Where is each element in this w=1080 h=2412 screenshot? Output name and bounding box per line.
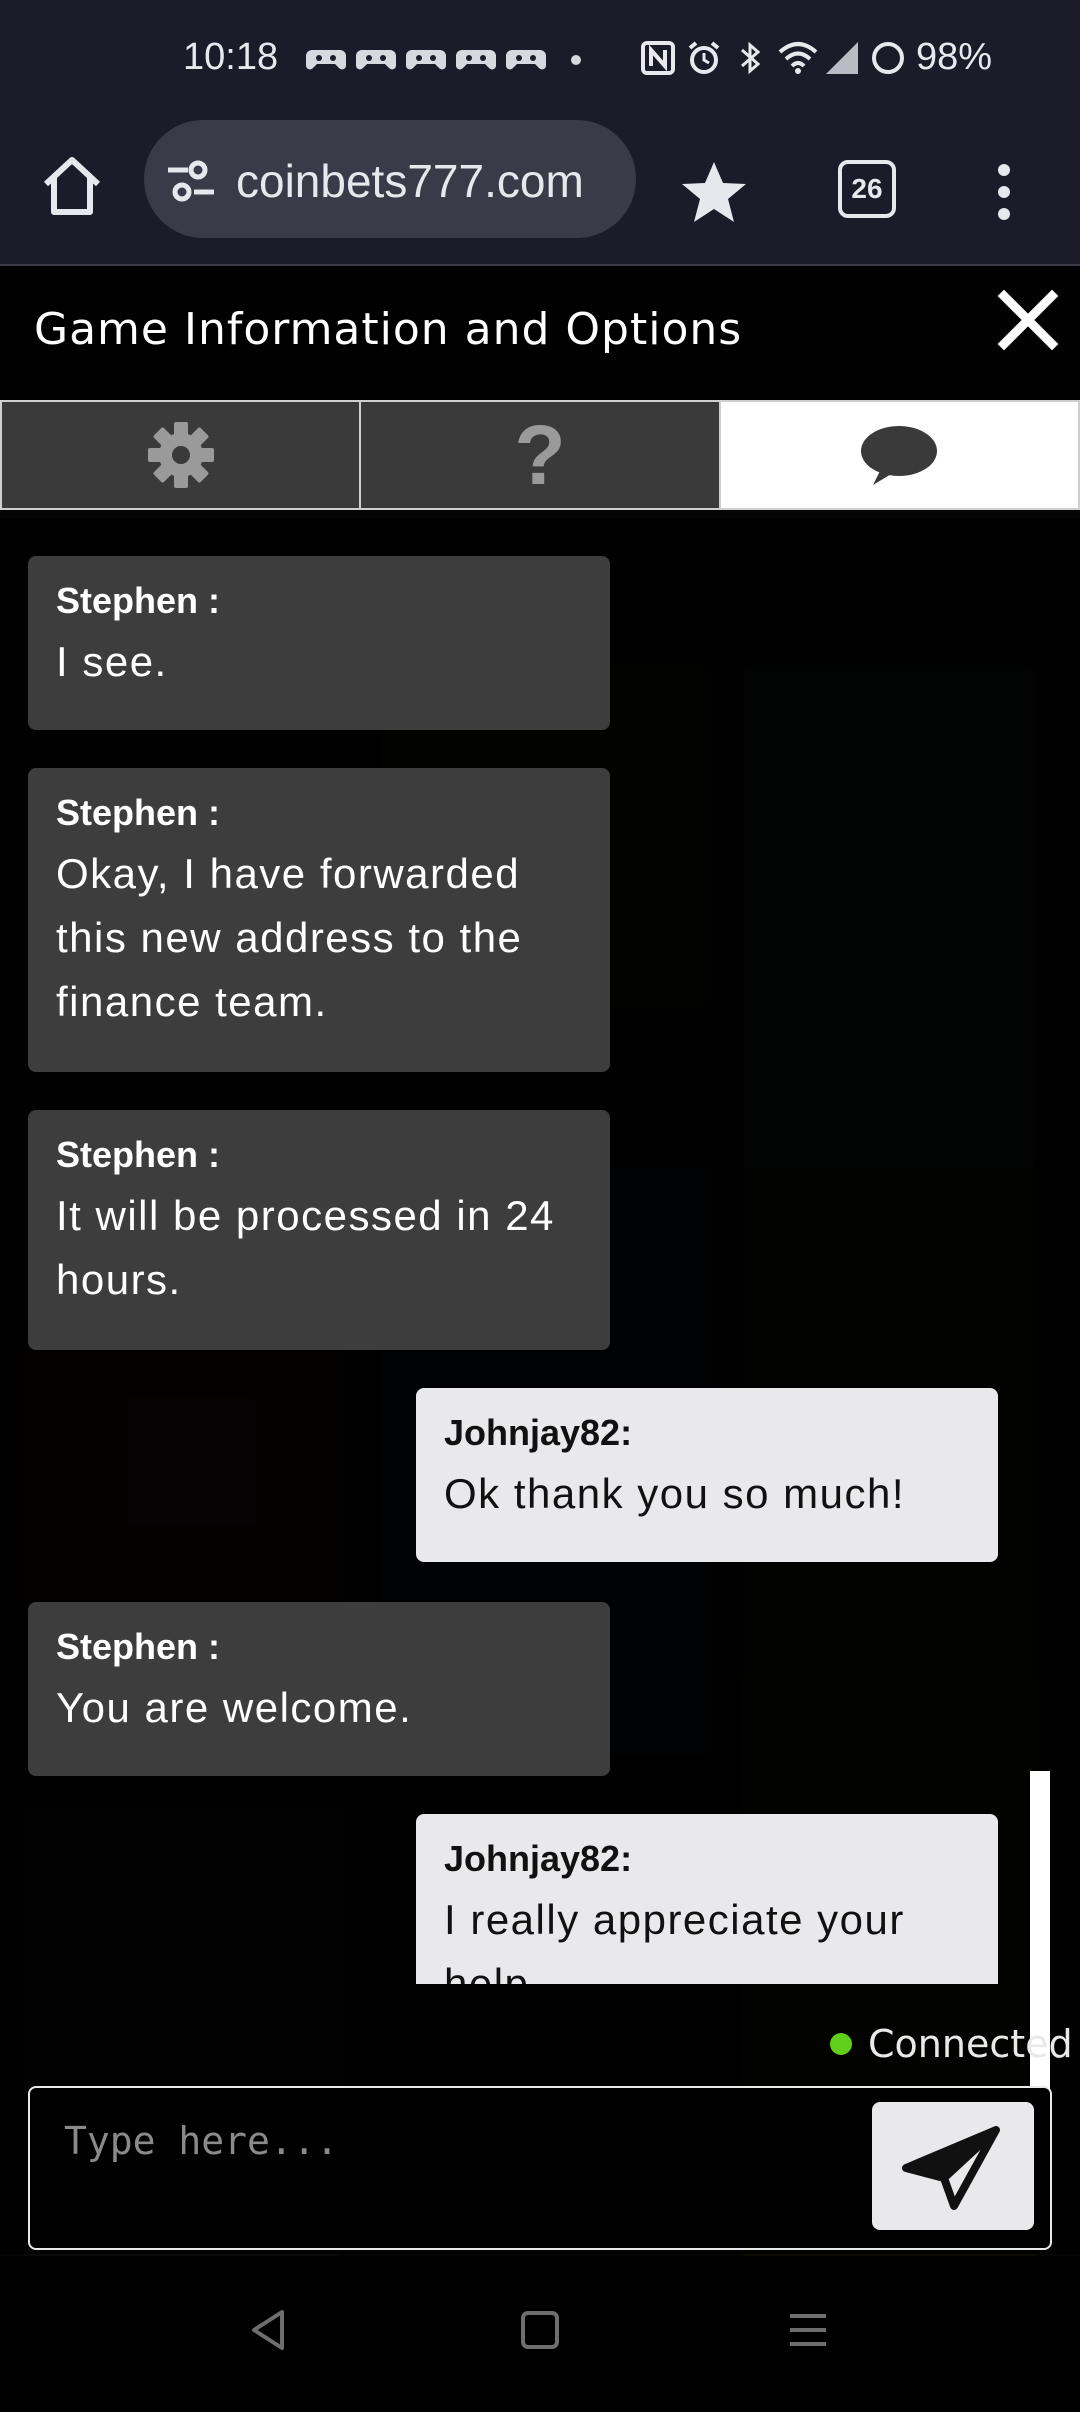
chat-message: Johnjay82: I really appreciate your help	[416, 1814, 998, 1984]
tab-switcher-button[interactable]: 26	[838, 160, 896, 218]
home-icon[interactable]	[36, 150, 108, 222]
alarm-icon	[686, 40, 722, 76]
gear-icon	[147, 422, 214, 488]
modal-title: Game Information and Options	[34, 304, 743, 355]
notification-icons	[306, 44, 596, 74]
system-navigation-bar	[0, 2256, 1080, 2412]
site-settings-icon[interactable]	[166, 158, 216, 204]
chat-message: Johnjay82: Ok thank you so much!	[416, 1388, 998, 1562]
nfc-icon	[640, 40, 676, 76]
tab-chat[interactable]	[720, 400, 1080, 510]
status-dot-icon	[830, 2033, 852, 2055]
tab-help[interactable]: ?	[361, 400, 721, 510]
tab-settings[interactable]	[0, 400, 362, 510]
close-icon[interactable]	[996, 288, 1060, 352]
message-input[interactable]	[62, 2110, 866, 2172]
message-text: I really appreciate your help	[444, 1896, 905, 1984]
send-button[interactable]	[872, 2102, 1034, 2230]
game-controller-icon	[306, 44, 346, 74]
recents-icon[interactable]	[778, 2300, 838, 2360]
message-text: I see.	[56, 638, 168, 685]
signal-icon	[824, 40, 860, 76]
connection-status: Connected	[830, 2022, 1073, 2066]
modal-header: Game Information and Options	[0, 266, 1080, 400]
message-composer	[28, 2086, 1052, 2250]
message-sender: Johnjay82:	[444, 1838, 633, 1879]
message-sender: Stephen :	[56, 580, 221, 621]
game-controller-icon	[506, 44, 546, 74]
bluetooth-icon	[732, 40, 768, 76]
message-text: It will be processed in 24 hours.	[56, 1192, 555, 1303]
chat-message: Stephen : You are welcome.	[28, 1602, 610, 1776]
message-list[interactable]: Stephen : I see. Stephen : Okay, I have …	[0, 518, 1080, 1984]
browser-toolbar: coinbets777.com 26	[0, 120, 1080, 266]
message-text: Ok thank you so much!	[444, 1470, 906, 1517]
clock: 10:18	[183, 36, 279, 78]
status-bar: 10:18 98%	[0, 0, 1080, 120]
chat-message: Stephen : It will be processed in 24 hou…	[28, 1110, 610, 1350]
game-controller-icon	[356, 44, 396, 74]
message-sender: Stephen :	[56, 792, 221, 833]
game-controller-icon	[406, 44, 446, 74]
chat-message: Stephen : Okay, I have forwarded this ne…	[28, 768, 610, 1072]
battery-icon	[870, 40, 906, 76]
address-bar[interactable]: coinbets777.com	[144, 120, 636, 238]
chat-bubble-icon	[861, 426, 938, 485]
modal-tabs: ?	[0, 400, 1080, 512]
question-icon: ?	[514, 407, 566, 502]
url-text: coinbets777.com	[236, 155, 584, 207]
message-text: Okay, I have forwarded this new address …	[56, 850, 523, 1025]
game-info-modal: Game Information and Options ? Stephen:…	[0, 266, 1080, 2256]
dot-icon	[556, 44, 596, 74]
message-sender: Stephen :	[56, 1134, 221, 1175]
chat-message: Stephen : I see.	[28, 556, 610, 730]
wifi-icon	[778, 40, 818, 76]
chat-panel: Stephen : I see. Stephen : Okay, I have …	[0, 518, 1080, 2254]
bookmark-star-icon[interactable]	[678, 156, 750, 228]
message-text: You are welcome.	[56, 1684, 413, 1731]
system-icons: 98%	[640, 36, 992, 79]
message-sender: Johnjay82:	[444, 1412, 633, 1453]
send-icon	[902, 2126, 1000, 2210]
battery-percent: 98%	[916, 36, 993, 78]
home-nav-icon[interactable]	[510, 2300, 570, 2360]
overflow-menu-icon[interactable]	[984, 156, 1024, 228]
message-sender: Stephen :	[56, 1626, 221, 1667]
back-icon[interactable]	[240, 2300, 300, 2360]
status-text: Connected	[868, 2022, 1073, 2066]
game-controller-icon	[456, 44, 496, 74]
